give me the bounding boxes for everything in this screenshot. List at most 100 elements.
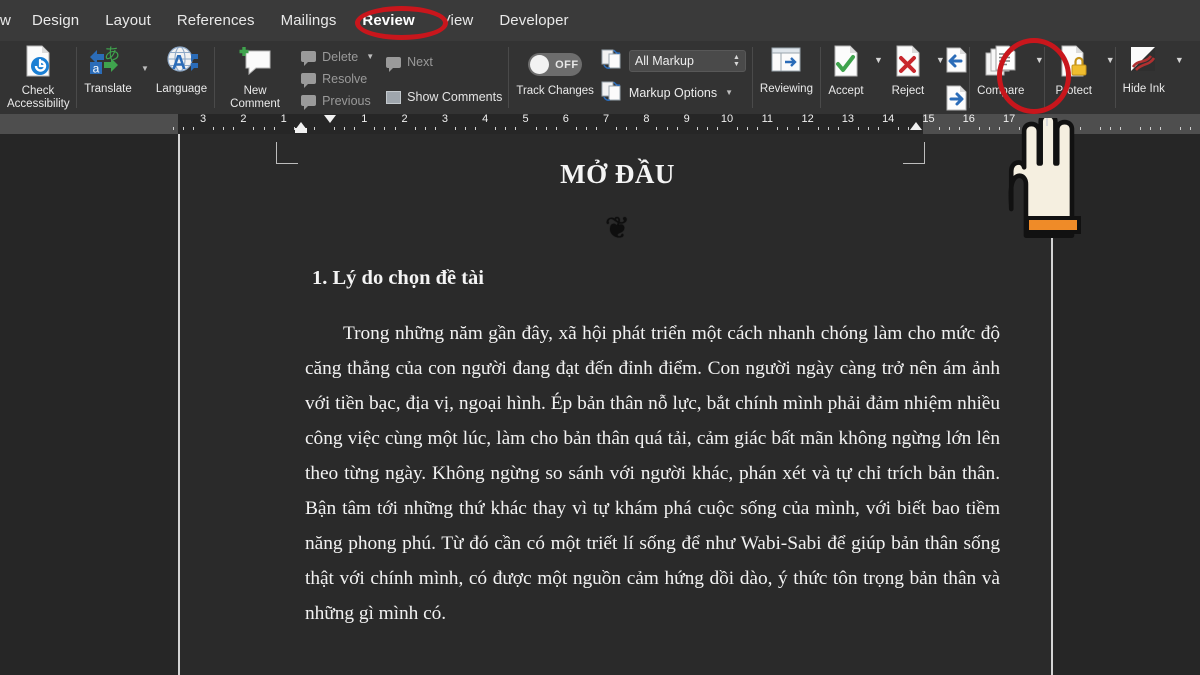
ruler-minor-tick [354, 127, 356, 130]
ruler-minor-tick [757, 127, 759, 130]
check-accessibility-button[interactable]: Check Accessibility [0, 41, 76, 114]
previous-comment-button[interactable]: Previous [295, 90, 380, 112]
reviewing-pane-icon [770, 45, 802, 80]
ruler-minor-tick [434, 127, 436, 130]
ribbon-group-accessibility: Check Accessibility [0, 41, 76, 114]
protect-button[interactable]: Protect [1045, 41, 1103, 114]
compare-button[interactable]: Compare [970, 41, 1032, 114]
markup-view-icon [601, 49, 623, 74]
review-ribbon: Check Accessibility a あ Translate ▼ A La… [0, 41, 1200, 114]
ruler-minor-tick [233, 127, 235, 130]
ruler-number: 5 [522, 113, 529, 125]
document-body[interactable]: Trong những năm gần đây, xã hội phát tri… [180, 316, 1055, 631]
ruler-number: 12 [801, 113, 814, 125]
ribbon-group-protect: Protect ▼ [1045, 41, 1115, 114]
ruler-minor-tick [374, 127, 376, 130]
resolve-comment-label: Resolve [322, 71, 368, 86]
reviewing-pane-label: Reviewing [759, 83, 813, 95]
markup-options-button[interactable]: Markup Options ▼ [601, 81, 752, 106]
resolve-comment-button[interactable]: Resolve [295, 68, 380, 90]
ruler-minor-tick [747, 127, 749, 130]
hide-ink-icon [1129, 45, 1159, 80]
tab-view[interactable]: View [428, 0, 487, 41]
ruler-number: 14 [882, 113, 895, 125]
ruler-number: 1 [280, 113, 287, 125]
ribbon-group-tracking: OFF Track Changes All Markup ▲ ▼ Markup … [509, 41, 752, 114]
ribbon-group-ink: Hide Ink ▼ [1116, 41, 1184, 114]
ruler-minor-tick [706, 127, 708, 130]
new-comment-label: New Comment [230, 85, 281, 110]
ruler-minor-tick [465, 127, 467, 130]
ruler-minor-tick [777, 127, 779, 130]
ruler-minor-tick [172, 127, 174, 130]
ruler-minor-tick [978, 127, 980, 130]
ruler-minor-tick [495, 127, 497, 130]
tab-developer[interactable]: Developer [486, 0, 581, 41]
ruler-minor-tick [878, 127, 880, 130]
delete-comment-icon [301, 51, 317, 66]
ruler-minor-tick [1180, 127, 1182, 130]
tab-w[interactable]: w [0, 0, 19, 41]
ruler-number: 2 [240, 113, 247, 125]
reject-dropdown-caret-icon[interactable]: ▼ [936, 55, 945, 65]
new-comment-button[interactable]: New Comment [215, 41, 295, 114]
translate-dropdown-caret-icon[interactable]: ▼ [141, 64, 149, 73]
tab-references[interactable]: References [164, 0, 268, 41]
translate-button[interactable]: a あ Translate [77, 41, 139, 114]
ruler-minor-tick [827, 127, 829, 130]
tab-layout[interactable]: Layout [92, 0, 164, 41]
ruler-number: 6 [562, 113, 569, 125]
tab-mailings[interactable]: Mailings [268, 0, 350, 41]
ruler-minor-tick [334, 127, 336, 130]
track-changes-toggle[interactable]: OFF [528, 53, 583, 76]
right-indent-marker[interactable] [910, 122, 922, 130]
new-comment-icon [238, 45, 272, 82]
protect-dropdown-caret-icon[interactable]: ▼ [1106, 55, 1115, 65]
markup-options-caret-icon[interactable]: ▼ [725, 89, 733, 97]
document-title: MỞ ĐẦU [560, 159, 675, 189]
left-margin-box-marker[interactable] [295, 128, 307, 133]
show-comments-button[interactable]: Show Comments [380, 86, 508, 108]
protect-document-icon [1059, 45, 1089, 82]
accept-change-label: Accept [828, 85, 864, 97]
accept-dropdown-caret-icon[interactable]: ▼ [874, 55, 883, 65]
next-comment-button[interactable]: Next [380, 51, 508, 73]
ruler-number: 1 [361, 113, 368, 125]
hide-ink-button[interactable]: Hide Ink [1116, 41, 1172, 114]
markup-view-spinner-icon[interactable]: ▲ ▼ [733, 54, 740, 68]
delete-comment-button[interactable]: Delete ▼ [295, 46, 380, 68]
accept-change-button[interactable]: Accept [821, 41, 871, 114]
language-button[interactable]: A Language [149, 41, 214, 114]
ruler-number: 15 [922, 113, 935, 125]
hide-ink-label: Hide Ink [1122, 83, 1165, 95]
ruler-minor-tick [797, 127, 799, 130]
ruler-minor-tick [696, 127, 698, 130]
markup-view-select[interactable]: All Markup ▲ ▼ [628, 50, 746, 72]
tab-review[interactable]: Review [349, 0, 427, 41]
ruler-minor-tick [515, 127, 517, 130]
hide-ink-dropdown-caret-icon[interactable]: ▼ [1175, 55, 1184, 65]
language-label: Language [155, 83, 208, 95]
language-icon: A [162, 45, 202, 80]
body-paragraph: Trong những năm gần đây, xã hội phát tri… [305, 323, 1000, 624]
ruler-minor-tick [575, 127, 577, 130]
next-change-button[interactable] [945, 85, 969, 116]
tab-design[interactable]: Design [19, 0, 92, 41]
reviewing-pane-button[interactable]: Reviewing [753, 41, 820, 114]
ruler-minor-tick [626, 127, 628, 130]
compare-dropdown-caret-icon[interactable]: ▼ [1035, 55, 1044, 65]
track-changes-button[interactable]: OFF Track Changes [509, 41, 601, 114]
document-page[interactable]: MỞ ĐẦU ❦ 1. Lý do chọn đề tài Trong nhữn… [178, 134, 1053, 675]
ruler-minor-tick [313, 127, 315, 130]
delete-dropdown-caret-icon[interactable]: ▼ [366, 52, 374, 61]
ruler-number: 2 [401, 113, 408, 125]
ruler-minor-tick [716, 127, 718, 130]
ruler-number: 11 [761, 113, 774, 125]
previous-change-button[interactable] [945, 47, 969, 78]
first-line-indent-marker[interactable] [324, 115, 336, 123]
ruler-minor-tick [545, 127, 547, 130]
markup-options-icon [601, 81, 623, 106]
word-window: w Design Layout References Mailings Revi… [0, 0, 1200, 675]
ruler-minor-tick [1150, 127, 1152, 130]
reject-change-button[interactable]: Reject [883, 41, 933, 114]
